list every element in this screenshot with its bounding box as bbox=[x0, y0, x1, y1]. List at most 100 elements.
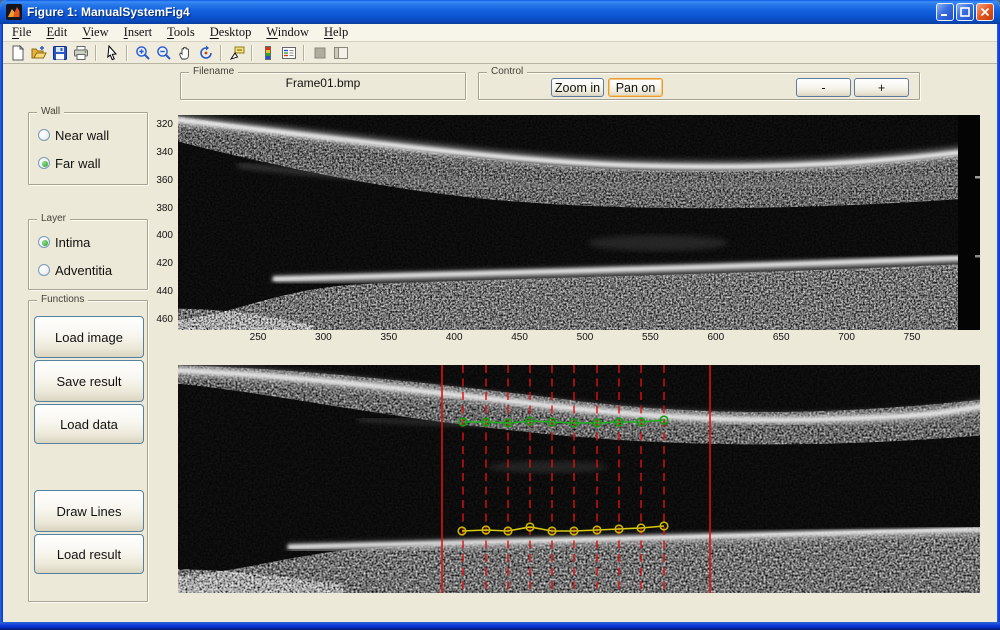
radio-near-wall[interactable]: Near wall bbox=[38, 127, 109, 143]
insert-legend-button[interactable] bbox=[278, 43, 299, 63]
toolbar-separator bbox=[95, 44, 97, 61]
y-tick-340: 340 bbox=[156, 146, 173, 158]
title-bar[interactable]: Figure 1: ManualSystemFig4 bbox=[0, 0, 1000, 24]
x-tick-550: 550 bbox=[642, 332, 659, 343]
menu-insert[interactable]: Insert bbox=[120, 24, 163, 41]
annotation-overlay[interactable] bbox=[178, 365, 980, 593]
radio-adventitia-label: Adventitia bbox=[55, 262, 113, 278]
ultrasound-image-top[interactable] bbox=[178, 115, 980, 330]
maximize-button[interactable] bbox=[956, 3, 974, 21]
menu-window[interactable]: Window bbox=[262, 24, 320, 41]
radio-intima-indicator[interactable] bbox=[38, 236, 50, 248]
pointer-button[interactable] bbox=[101, 43, 122, 63]
menu-file[interactable]: File bbox=[8, 24, 42, 41]
lower-wall-trace-line[interactable] bbox=[461, 525, 665, 532]
x-tick-250: 250 bbox=[249, 332, 267, 343]
y-tick-400: 400 bbox=[156, 230, 173, 242]
ultrasound-top-art bbox=[178, 115, 980, 330]
print-figure-icon bbox=[73, 45, 88, 60]
toolbar bbox=[3, 42, 997, 64]
toolbar-separator bbox=[251, 44, 253, 61]
minimize-button[interactable] bbox=[936, 3, 954, 21]
zoom-in-button[interactable] bbox=[132, 43, 153, 63]
filename-panel: Filename Frame01.bmp bbox=[180, 66, 466, 100]
radio-far-wall-indicator[interactable] bbox=[38, 157, 50, 169]
menu-tools[interactable]: Tools bbox=[163, 24, 206, 41]
increase-button[interactable]: + bbox=[854, 78, 909, 97]
hide-plot-tools-icon bbox=[314, 47, 325, 58]
wall-panel-label: Wall bbox=[37, 106, 65, 118]
window-border-left bbox=[0, 24, 3, 630]
menu-desktop[interactable]: Desktop bbox=[206, 24, 263, 41]
radio-adventitia[interactable]: Adventitia bbox=[38, 262, 112, 278]
zoom-in-icon bbox=[135, 45, 150, 60]
load-image-button[interactable]: Load image bbox=[34, 316, 144, 358]
print-figure-button[interactable] bbox=[70, 43, 91, 63]
data-cursor-icon bbox=[229, 46, 244, 60]
functions-panel: Functions Load image Save result Load data… bbox=[28, 294, 148, 602]
menu-view[interactable]: View bbox=[78, 24, 119, 41]
close-button[interactable] bbox=[976, 3, 994, 21]
save-figure-button[interactable] bbox=[49, 43, 70, 63]
toolbar-separator bbox=[303, 44, 305, 61]
menu-edit[interactable]: Edit bbox=[42, 24, 78, 41]
show-plot-tools-button[interactable] bbox=[330, 43, 351, 63]
rotate-3d-icon bbox=[199, 45, 212, 59]
insert-legend-icon bbox=[281, 46, 296, 59]
rotate-3d-button[interactable] bbox=[195, 43, 216, 63]
decrease-button[interactable]: - bbox=[796, 78, 851, 97]
x-tick-500: 500 bbox=[576, 332, 594, 343]
x-tick-450: 450 bbox=[511, 332, 528, 343]
minimize-icon bbox=[941, 14, 947, 16]
save-result-button[interactable]: Save result bbox=[34, 360, 144, 402]
window-title: Figure 1: ManualSystemFig4 bbox=[27, 5, 190, 19]
y-tick-460: 460 bbox=[156, 314, 173, 326]
open-folder-icon bbox=[31, 45, 47, 58]
pan-hand-button[interactable] bbox=[174, 43, 195, 63]
matlab-icon bbox=[6, 4, 22, 20]
data-cursor-button[interactable] bbox=[226, 43, 247, 63]
load-result-button[interactable]: Load result bbox=[34, 534, 144, 574]
upper-wall-trace-line[interactable] bbox=[463, 419, 665, 424]
window-border-bottom bbox=[0, 622, 1000, 630]
insert-colorbar-icon bbox=[264, 45, 271, 60]
maximize-icon bbox=[960, 7, 970, 17]
y-tick-440: 440 bbox=[156, 286, 173, 298]
wall-panel: Wall Near wall Far wall bbox=[28, 106, 148, 185]
y-tick-360: 360 bbox=[156, 174, 173, 186]
layer-panel-label: Layer bbox=[37, 213, 71, 225]
y-tick-420: 420 bbox=[156, 258, 173, 270]
x-tick-300: 300 bbox=[315, 332, 332, 343]
save-figure-icon bbox=[52, 45, 67, 60]
radio-near-wall-indicator[interactable] bbox=[38, 129, 50, 141]
menu-help[interactable]: Help bbox=[320, 24, 359, 41]
functions-panel-label: Functions bbox=[37, 294, 89, 306]
new-document-button[interactable] bbox=[7, 43, 28, 63]
radio-intima[interactable]: Intima bbox=[38, 234, 90, 250]
zoom-in-button[interactable]: Zoom in bbox=[551, 78, 604, 97]
x-tick-600: 600 bbox=[707, 332, 725, 343]
figure-window: Figure 1: ManualSystemFig4 File Edit View I… bbox=[0, 0, 1000, 630]
insert-colorbar-button[interactable] bbox=[257, 43, 278, 63]
zoom-out-button[interactable] bbox=[153, 43, 174, 63]
toolbar-separator bbox=[220, 44, 222, 61]
radio-far-wall[interactable]: Far wall bbox=[38, 155, 101, 171]
pan-on-button[interactable]: Pan on bbox=[608, 78, 663, 97]
draw-lines-button[interactable]: Draw Lines bbox=[34, 490, 144, 532]
x-tick-350: 350 bbox=[380, 332, 398, 343]
y-tick-380: 380 bbox=[156, 202, 173, 214]
show-plot-tools-icon bbox=[333, 46, 348, 59]
control-panel-label: Control bbox=[487, 66, 528, 78]
radio-adventitia-indicator[interactable] bbox=[38, 264, 50, 276]
hide-plot-tools-button[interactable] bbox=[309, 43, 330, 63]
y-tick-320: 320 bbox=[156, 119, 173, 130]
ultrasound-image-bottom[interactable] bbox=[178, 365, 980, 593]
load-data-button[interactable]: Load data bbox=[34, 404, 144, 444]
open-folder-button[interactable] bbox=[28, 43, 49, 63]
x-tick-400: 400 bbox=[445, 332, 463, 343]
filename-value: Frame01.bmp bbox=[285, 76, 361, 90]
pan-hand-icon bbox=[178, 46, 189, 59]
close-icon bbox=[980, 7, 990, 17]
radio-intima-label: Intima bbox=[55, 234, 91, 250]
menu-bar: File Edit View Insert Tools Desktop Window Help bbox=[3, 24, 997, 42]
